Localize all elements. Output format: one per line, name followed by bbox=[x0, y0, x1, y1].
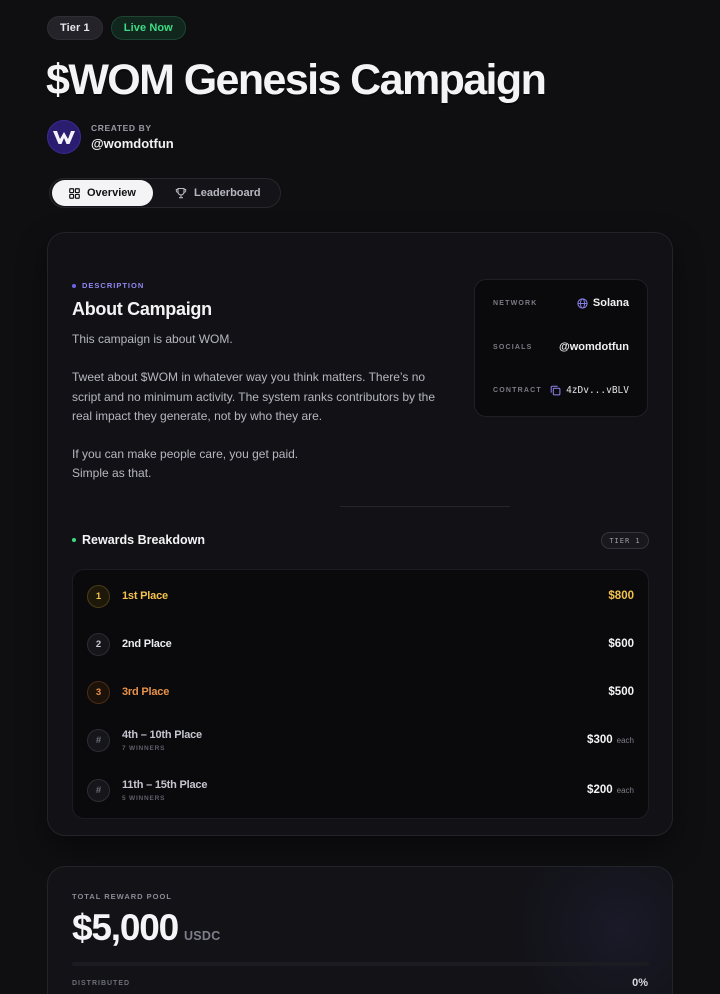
reward-place: 11th – 15th Place bbox=[122, 778, 208, 791]
socials-link[interactable]: @womdotfun bbox=[559, 341, 629, 353]
wom-logo-icon bbox=[53, 131, 75, 144]
badge-row: Tier 1 Live Now bbox=[47, 16, 186, 40]
copy-icon bbox=[550, 385, 561, 396]
reward-row: # 11th – 15th Place 5 WINNERS $200 each bbox=[87, 777, 634, 803]
created-by-label: CREATED BY bbox=[91, 123, 152, 133]
meta-network-row: NETWORK Solana bbox=[493, 297, 629, 309]
pool-label: TOTAL REWARD POOL bbox=[72, 892, 172, 901]
rewards-dot bbox=[72, 538, 76, 542]
reward-amount: $600 bbox=[608, 638, 634, 650]
distributed-label: DISTRIBUTED bbox=[72, 980, 131, 987]
tab-leaderboard-label: Leaderboard bbox=[194, 187, 261, 199]
description-paragraph: This campaign is about WOM. bbox=[72, 332, 233, 346]
contract-address: 4zDv...vBLV bbox=[566, 385, 629, 396]
reward-place: 2nd Place bbox=[122, 638, 172, 650]
reward-value: $500 bbox=[608, 686, 634, 698]
rank-badge: # bbox=[87, 728, 110, 752]
campaign-description: This campaign is about WOM. Tweet about … bbox=[72, 330, 452, 484]
reward-value: $200 bbox=[587, 784, 613, 796]
tab-bar: Overview Leaderboard bbox=[49, 178, 281, 208]
reward-amount: $300 each bbox=[587, 734, 634, 746]
tier-badge: Tier 1 bbox=[47, 16, 103, 40]
reward-value: $600 bbox=[608, 638, 634, 650]
reward-row: 3 3rd Place $500 bbox=[87, 679, 634, 705]
meta-contract-row: CONTRACT 4zDv...vBLV bbox=[493, 385, 629, 396]
description-paragraph: Tweet about $WOM in whatever way you thi… bbox=[72, 370, 436, 423]
campaign-title: $WOM Genesis Campaign bbox=[46, 56, 547, 104]
creator-meta: CREATED BY @womdotfun bbox=[91, 123, 174, 151]
trophy-icon bbox=[175, 187, 187, 199]
reward-place: 1st Place bbox=[122, 590, 168, 602]
reward-label: 11th – 15th Place 5 WINNERS bbox=[122, 779, 207, 802]
reward-label: 4th – 10th Place 7 WINNERS bbox=[122, 729, 202, 752]
network-name: Solana bbox=[592, 297, 629, 309]
pool-glow bbox=[512, 867, 672, 994]
campaign-page: Tier 1 Live Now $WOM Genesis Campaign CR… bbox=[0, 0, 720, 994]
meta-socials-row: SOCIALS @womdotfun bbox=[493, 341, 629, 353]
globe-icon bbox=[577, 297, 588, 309]
reward-each-label: each bbox=[616, 786, 634, 795]
tab-leaderboard[interactable]: Leaderboard bbox=[153, 180, 278, 206]
reward-value: $300 bbox=[587, 734, 613, 746]
tab-overview[interactable]: Overview bbox=[52, 180, 153, 206]
rewards-heading: Rewards Breakdown bbox=[72, 533, 205, 547]
rank-badge: 3 bbox=[87, 680, 110, 704]
contract-copy-button[interactable]: 4zDv...vBLV bbox=[550, 385, 629, 396]
pool-total: $5,000 USDC bbox=[72, 907, 221, 949]
reward-row: # 4th – 10th Place 7 WINNERS $300 each bbox=[87, 727, 634, 753]
network-label: NETWORK bbox=[493, 299, 538, 307]
rank-badge: 1 bbox=[87, 584, 110, 608]
contract-label: CONTRACT bbox=[493, 387, 542, 394]
network-value: Solana bbox=[577, 297, 629, 309]
socials-label: SOCIALS bbox=[493, 343, 533, 351]
campaign-meta-panel: NETWORK Solana SOCIALS @womdotfun CONTRA… bbox=[474, 279, 648, 417]
campaign-details-card: DESCRIPTION About Campaign This campaign… bbox=[47, 232, 673, 836]
creator-handle[interactable]: @womdotfun bbox=[91, 136, 174, 151]
reward-amount: $800 bbox=[608, 590, 634, 602]
rank-badge: # bbox=[87, 778, 110, 802]
distribution-progress-bar bbox=[72, 962, 649, 966]
rewards-tier-pill: TIER 1 bbox=[601, 532, 649, 549]
winner-count: 7 WINNERS bbox=[122, 744, 166, 752]
tab-overview-label: Overview bbox=[87, 187, 136, 199]
creator-block: CREATED BY @womdotfun bbox=[47, 120, 174, 154]
reward-pool-card: TOTAL REWARD POOL $5,000 USDC DISTRIBUTE… bbox=[47, 866, 673, 994]
reward-place: 3rd Place bbox=[122, 686, 170, 698]
reward-each-label: each bbox=[616, 736, 634, 745]
distributed-percent: 0% bbox=[632, 977, 648, 989]
reward-amount: $200 each bbox=[587, 784, 634, 796]
live-status-badge: Live Now bbox=[110, 16, 186, 40]
description-kicker-label: DESCRIPTION bbox=[82, 281, 145, 290]
rank-badge: 2 bbox=[87, 632, 110, 656]
reward-label: 3rd Place bbox=[122, 686, 169, 698]
reward-label: 1st Place bbox=[122, 590, 168, 602]
reward-row: 2 2nd Place $600 bbox=[87, 631, 634, 657]
description-kicker: DESCRIPTION bbox=[72, 281, 144, 290]
reward-amount: $500 bbox=[608, 686, 634, 698]
creator-avatar[interactable] bbox=[47, 120, 81, 154]
grid-icon bbox=[69, 187, 80, 199]
winner-count: 5 WINNERS bbox=[122, 794, 166, 802]
rewards-list: 1 1st Place $800 2 2nd Place $600 3 3rd … bbox=[72, 569, 649, 819]
reward-label: 2nd Place bbox=[122, 638, 172, 650]
rewards-title: Rewards Breakdown bbox=[82, 533, 205, 547]
pool-amount: $5,000 bbox=[72, 907, 179, 948]
description-paragraph: If you can make people care, you get pai… bbox=[72, 447, 299, 481]
pool-currency: USDC bbox=[183, 929, 221, 943]
reward-value: $800 bbox=[608, 590, 634, 602]
reward-place: 4th – 10th Place bbox=[122, 728, 202, 741]
section-divider bbox=[340, 506, 510, 507]
kicker-dot bbox=[72, 283, 76, 288]
about-campaign-heading: About Campaign bbox=[72, 299, 212, 319]
reward-row: 1 1st Place $800 bbox=[87, 583, 634, 609]
